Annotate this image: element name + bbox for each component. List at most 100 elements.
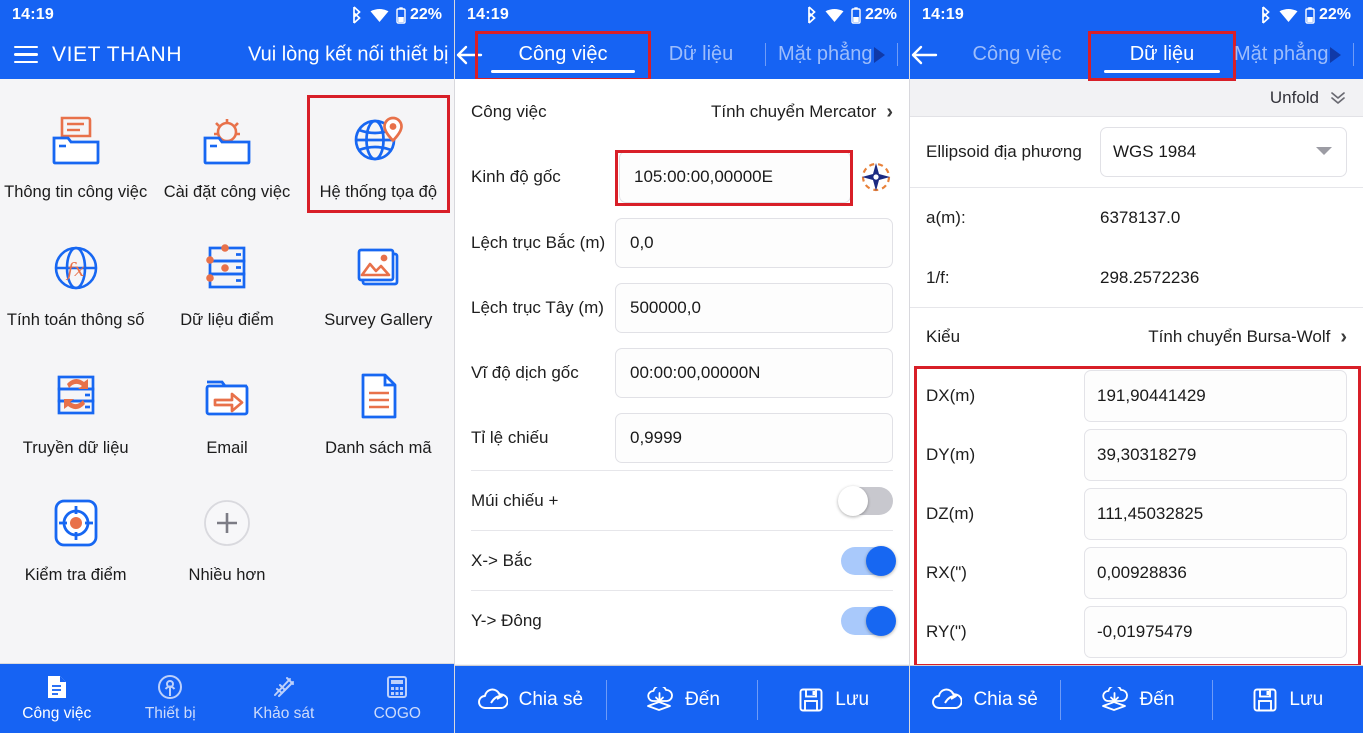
dy-input[interactable]: 39,30318279 xyxy=(1084,428,1347,481)
battery-icon xyxy=(851,6,861,24)
row-dy[interactable]: DY(m) 39,30318279 xyxy=(910,425,1363,484)
menu-item-label: Danh sách mã xyxy=(325,438,432,457)
tab-separator xyxy=(765,43,766,66)
row-label: DY(m) xyxy=(926,444,976,464)
bluetooth-icon xyxy=(808,6,816,24)
dz-input[interactable]: 111,45032825 xyxy=(1084,487,1347,540)
row-toggle-x-north[interactable]: X-> Bắc xyxy=(455,531,909,590)
menu-item-coordinate-system[interactable]: Hệ thống tọa độ xyxy=(303,93,454,213)
west-offset-input[interactable]: 500000,0 xyxy=(615,282,893,333)
central-meridian-input[interactable]: 105:00:00,00000E xyxy=(619,151,851,203)
ry-input[interactable]: -0,01975479 xyxy=(1084,605,1347,658)
menu-item-job-settings[interactable]: Cài đặt công việc xyxy=(151,93,302,213)
menu-item-point-check[interactable]: Kiểm tra điểm xyxy=(0,476,151,596)
row-toggle-y-east[interactable]: Y-> Đông xyxy=(455,591,909,650)
folder-document-icon xyxy=(47,107,105,173)
tab-bar: Công việc Dữ liệu Mặt phẳng ? xyxy=(938,30,1363,81)
row-ellipsoid[interactable]: Ellipsoid địa phương WGS 1984 xyxy=(910,117,1363,187)
bottom-nav-survey[interactable]: Khảo sát xyxy=(227,674,341,723)
import-button[interactable]: Đến xyxy=(607,686,758,713)
tab-mat-phang[interactable]: Mặt phẳng xyxy=(1228,30,1347,79)
back-arrow-icon[interactable] xyxy=(910,30,938,79)
tab-separator xyxy=(1352,43,1354,66)
import-button[interactable]: Đến xyxy=(1061,686,1211,713)
row-dz[interactable]: DZ(m) 111,45032825 xyxy=(910,484,1363,543)
row-central-meridian[interactable]: Kinh độ gốc 105:00:00,00000E xyxy=(455,144,909,210)
tab-du-lieu[interactable]: Dữ liệu xyxy=(1088,30,1236,81)
x-north-toggle[interactable] xyxy=(841,545,896,576)
action-label: Đến xyxy=(685,688,720,710)
tab-mat-phang[interactable]: Mặt phẳng xyxy=(772,30,891,79)
datum-form: Ellipsoid địa phương WGS 1984 a(m): 6378… xyxy=(910,117,1363,665)
menu-item-data-transfer[interactable]: Truyền dữ liệu xyxy=(0,349,151,469)
origin-latitude-input[interactable]: 00:00:00,00000N xyxy=(615,347,893,398)
row-label: Y-> Đông xyxy=(471,610,542,630)
tab-label: Dữ liệu xyxy=(668,43,734,65)
zone-toggle[interactable] xyxy=(838,485,893,516)
menu-item-point-data[interactable]: Dữ liệu điểm xyxy=(151,221,302,341)
ellipsoid-value: WGS 1984 xyxy=(1113,142,1197,161)
menu-item-label: Thông tin công việc xyxy=(4,183,148,201)
screenshot-root: 14:19 22% VIET THANH Vui lòng kết nối th… xyxy=(0,0,1363,733)
bluetooth-icon xyxy=(1262,6,1270,24)
row-rx[interactable]: RX(") 0,00928836 xyxy=(910,543,1363,602)
panel-datum-data: 14:19 22% Công việc Dữ liệu Mặt phẳng Un… xyxy=(910,0,1363,733)
cloud-download-icon xyxy=(647,686,673,711)
menu-item-code-list[interactable]: Danh sách mã xyxy=(303,349,454,469)
menu-item-survey-gallery[interactable]: Survey Gallery xyxy=(303,221,454,341)
help-button[interactable]: ? xyxy=(1360,30,1363,79)
row-west-offset[interactable]: Lệch trục Tây (m) 500000,0 xyxy=(455,275,909,340)
bottom-nav-job[interactable]: Công việc xyxy=(0,674,114,723)
ellipsoid-select[interactable]: WGS 1984 xyxy=(1100,127,1347,177)
tab-label: Công việc xyxy=(972,43,1062,65)
projection-form: Công việc Tính chuyển Mercator › Kinh độ… xyxy=(455,79,909,665)
bottom-nav-device[interactable]: Thiết bị xyxy=(114,674,228,723)
row-ry[interactable]: RY(") -0,01975479 xyxy=(910,602,1363,661)
row-inverse-flattening: 1/f: 298.2572236 xyxy=(910,248,1363,307)
row-toggle-zone[interactable]: Múi chiếu + xyxy=(455,471,909,530)
row-north-offset[interactable]: Lệch trục Bắc (m) 0,0 xyxy=(455,210,909,275)
tab-du-lieu[interactable]: Dữ liệu xyxy=(643,30,759,79)
row-label: Công việc xyxy=(471,101,547,121)
unfold-label: Unfold xyxy=(1269,87,1319,107)
compass-icon[interactable] xyxy=(859,161,893,193)
unfold-bar[interactable]: Unfold xyxy=(910,79,1363,117)
back-arrow-icon[interactable] xyxy=(455,30,483,79)
scale-factor-input[interactable]: 0,9999 xyxy=(615,412,893,463)
row-transform-method[interactable]: Kiểu Tính chuyển Bursa-Wolf › xyxy=(910,308,1363,366)
toggle-knob xyxy=(866,605,896,636)
menu-icon[interactable] xyxy=(0,30,52,79)
rx-input[interactable]: 0,00928836 xyxy=(1084,546,1347,599)
share-button[interactable]: Chia sẻ xyxy=(910,688,1060,712)
tab-cong-viec[interactable]: Công việc xyxy=(938,30,1096,79)
row-scale-factor[interactable]: Tỉ lệ chiếu 0,9999 xyxy=(455,405,909,470)
row-dx[interactable]: DX(m) 191,90441429 xyxy=(910,366,1363,425)
tab-active-underline xyxy=(1104,70,1220,73)
menu-item-email[interactable]: Email xyxy=(151,349,302,469)
share-button[interactable]: Chia sẻ xyxy=(455,688,606,712)
calculator-icon xyxy=(387,676,408,698)
antenna-icon xyxy=(158,675,183,699)
floppy-save-icon xyxy=(799,688,823,711)
bottom-nav-label: Thiết bị xyxy=(144,705,196,722)
tab-cong-viec[interactable]: Công việc xyxy=(475,30,651,81)
status-bar: 14:19 22% xyxy=(910,0,1363,30)
menu-item-more[interactable]: Nhiều hơn xyxy=(151,476,302,596)
save-button[interactable]: Lưu xyxy=(1213,687,1363,713)
menu-item-job-info[interactable]: Thông tin công việc xyxy=(0,93,151,213)
row-origin-latitude[interactable]: Vĩ độ dịch gốc 00:00:00,00000N xyxy=(455,340,909,405)
row-value: Tính chuyển Mercator xyxy=(710,101,877,121)
row-job[interactable]: Công việc Tính chuyển Mercator › xyxy=(455,79,909,144)
cloud-share-icon xyxy=(932,688,963,709)
tab-label: Mặt phẳng xyxy=(1234,43,1329,65)
save-button[interactable]: Lưu xyxy=(758,687,909,713)
menu-item-label: Hệ thống tọa độ xyxy=(319,183,438,201)
north-offset-input[interactable]: 0,0 xyxy=(615,217,893,268)
action-bar: Chia sẻ Đến Lưu xyxy=(910,665,1363,733)
bottom-nav-cogo[interactable]: COGO xyxy=(341,674,455,723)
menu-item-label: Email xyxy=(206,438,248,457)
y-east-toggle[interactable] xyxy=(841,605,896,636)
menu-item-parameter-calc[interactable]: fx Tính toán thông số xyxy=(0,221,151,341)
menu-item-label: Kiểm tra điểm xyxy=(24,566,127,585)
dx-input[interactable]: 191,90441429 xyxy=(1084,369,1347,422)
